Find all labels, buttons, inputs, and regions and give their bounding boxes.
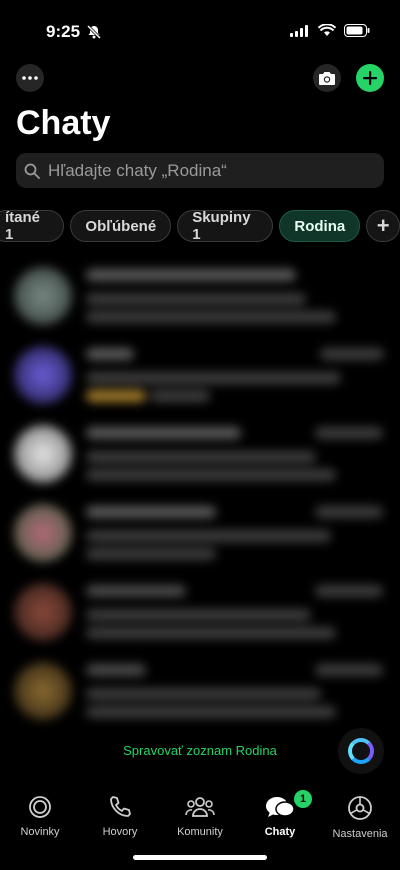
camera-button[interactable] bbox=[313, 64, 341, 92]
tab-label: Komunity bbox=[177, 826, 223, 838]
wifi-icon bbox=[318, 24, 336, 36]
new-chat-button[interactable] bbox=[356, 64, 384, 92]
chip-add-list[interactable]: + bbox=[366, 210, 400, 242]
status-time: 9:25 bbox=[46, 22, 81, 41]
list-item[interactable] bbox=[0, 255, 400, 334]
settings-icon bbox=[348, 796, 372, 820]
communities-icon bbox=[185, 797, 215, 817]
page-title: Chaty bbox=[16, 104, 111, 142]
meta-ai-button[interactable] bbox=[338, 728, 384, 774]
list-item[interactable] bbox=[0, 571, 400, 650]
home-indicator[interactable] bbox=[133, 855, 267, 860]
chip-unread[interactable]: ítané 1 bbox=[0, 209, 65, 243]
tab-updates[interactable]: Novinky bbox=[0, 786, 80, 870]
chip-family[interactable]: Rodina bbox=[279, 210, 361, 242]
chip-favorites[interactable]: Obľúbené bbox=[70, 210, 172, 242]
search-placeholder: Hľadajte chaty „Rodina“ bbox=[48, 160, 227, 180]
search-icon bbox=[24, 163, 40, 179]
list-item[interactable] bbox=[0, 492, 400, 571]
tab-label: Nastavenia bbox=[332, 828, 388, 840]
search-input[interactable]: Hľadajte chaty „Rodina“ bbox=[16, 153, 384, 188]
meta-ai-icon bbox=[348, 738, 374, 764]
ellipsis-icon bbox=[22, 76, 38, 80]
list-item[interactable] bbox=[0, 334, 400, 413]
chat-list bbox=[0, 255, 400, 729]
chats-icon bbox=[266, 797, 295, 817]
filter-chips: ítané 1 Obľúbené Skupiny 1 Rodina + bbox=[0, 209, 400, 243]
tab-label: Hovory bbox=[102, 826, 138, 838]
tab-label: Chaty bbox=[264, 826, 296, 838]
plus-icon bbox=[363, 71, 377, 85]
status-indicators bbox=[290, 24, 370, 37]
signal-icon bbox=[290, 24, 308, 37]
list-item[interactable] bbox=[0, 413, 400, 492]
more-options-button[interactable] bbox=[16, 64, 44, 92]
unread-badge: 1 bbox=[294, 790, 312, 808]
list-item[interactable] bbox=[0, 650, 400, 729]
tab-label: Novinky bbox=[20, 826, 60, 838]
camera-icon bbox=[319, 71, 335, 85]
tab-settings[interactable]: Nastavenia bbox=[320, 786, 400, 870]
battery-icon bbox=[344, 24, 370, 37]
phone-icon bbox=[110, 796, 131, 817]
chip-groups[interactable]: Skupiny 1 bbox=[177, 209, 274, 243]
updates-icon bbox=[29, 796, 51, 818]
bell-muted-icon bbox=[86, 24, 102, 45]
